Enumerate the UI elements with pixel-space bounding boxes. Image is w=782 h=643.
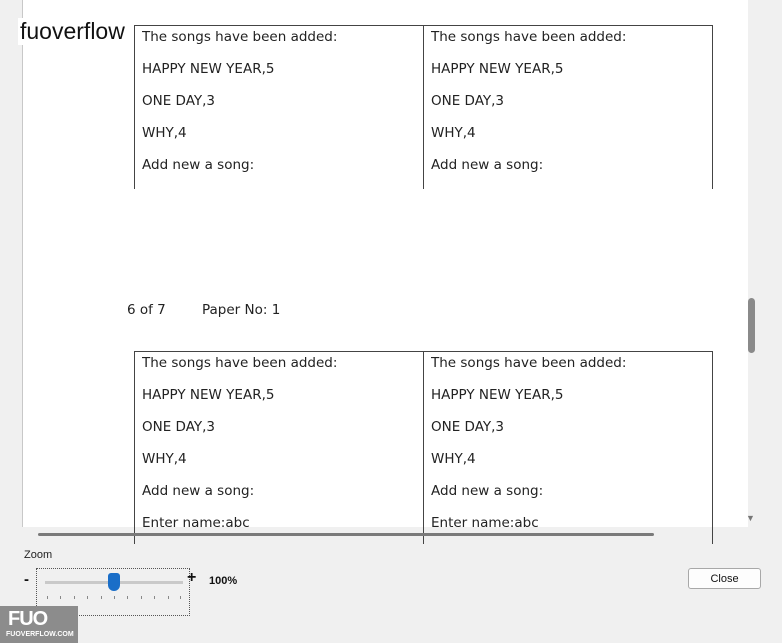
zoom-label: Zoom [24, 549, 53, 561]
output-column-right: The songs have been added: HAPPY NEW YEA… [423, 351, 713, 544]
output-table-top: The songs have been added: HAPPY NEW YEA… [134, 25, 713, 189]
vertical-scrollbar-thumb[interactable] [748, 298, 755, 353]
output-line: ONE DAY,3 [142, 419, 216, 435]
output-line: Enter name:abc [142, 515, 250, 531]
output-line: ONE DAY,3 [431, 93, 505, 109]
output-line: HAPPY NEW YEAR,5 [142, 387, 275, 403]
document-viewer[interactable]: The songs have been added: HAPPY NEW YEA… [0, 0, 782, 545]
vertical-scrollbar[interactable] [748, 0, 758, 527]
brand-label: fuoverflow [18, 18, 127, 45]
output-line: WHY,4 [431, 125, 476, 141]
logo-mark: FUO [8, 608, 48, 630]
output-line: The songs have been added: [142, 355, 338, 371]
zoom-out-icon[interactable]: - [24, 571, 29, 588]
output-line: WHY,4 [142, 125, 187, 141]
paper-number: Paper No: 1 [202, 302, 281, 318]
output-line: Add new a song: [142, 483, 255, 499]
output-line: WHY,4 [431, 451, 476, 467]
logo-domain: FUOVERFLOW.COM [6, 631, 74, 638]
zoom-slider-ticks [47, 596, 181, 600]
output-column-right: The songs have been added: HAPPY NEW YEA… [423, 25, 713, 189]
zoom-in-icon[interactable]: + [187, 569, 196, 587]
output-line: HAPPY NEW YEAR,5 [431, 387, 564, 403]
page-indicator: 6 of 7 [127, 302, 166, 318]
output-column-left: The songs have been added: HAPPY NEW YEA… [135, 26, 424, 190]
output-line: Add new a song: [431, 157, 544, 173]
output-line: Enter name:abc [431, 515, 539, 531]
output-line: ONE DAY,3 [142, 93, 216, 109]
close-button[interactable]: Close [688, 568, 761, 589]
output-line: The songs have been added: [431, 355, 627, 371]
brand-logo: FUO FUOVERFLOW.COM [0, 606, 78, 643]
zoom-value: 100% [209, 575, 238, 587]
zoom-slider-thumb[interactable] [108, 573, 120, 591]
output-column-left: The songs have been added: HAPPY NEW YEA… [135, 352, 424, 545]
output-line: The songs have been added: [431, 29, 627, 45]
output-line: ONE DAY,3 [431, 419, 505, 435]
output-line: Add new a song: [431, 483, 544, 499]
output-line: The songs have been added: [142, 29, 338, 45]
output-line: HAPPY NEW YEAR,5 [431, 61, 564, 77]
output-line: Add new a song: [142, 157, 255, 173]
page-edge-divider [22, 0, 23, 527]
output-line: HAPPY NEW YEAR,5 [142, 61, 275, 77]
output-line: WHY,4 [142, 451, 187, 467]
scroll-down-arrow-icon[interactable]: ▼ [746, 513, 755, 523]
horizontal-scrollbar-thumb[interactable] [38, 533, 654, 536]
output-table-bottom: The songs have been added: HAPPY NEW YEA… [134, 351, 713, 544]
